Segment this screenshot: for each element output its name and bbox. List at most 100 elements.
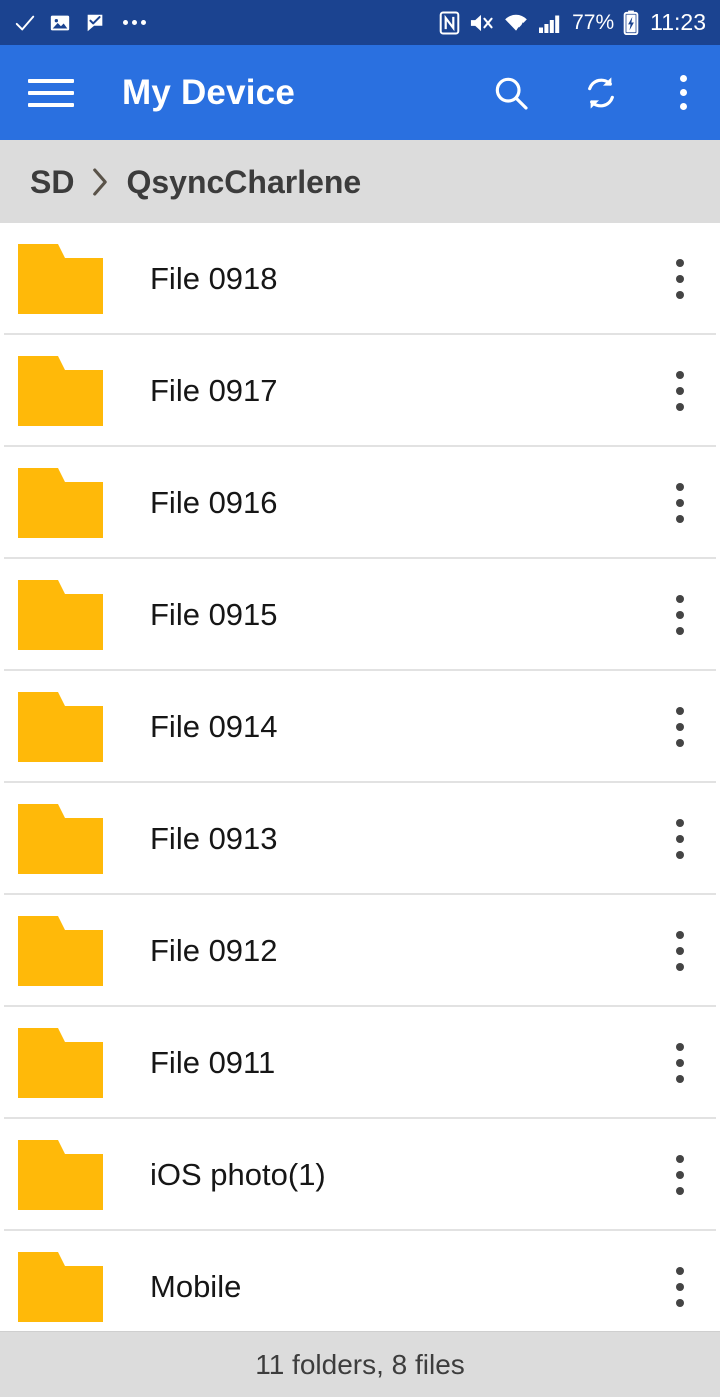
folder-icon — [18, 692, 103, 762]
file-name-label: File 0916 — [150, 485, 278, 520]
overflow-dot — [676, 1059, 684, 1067]
clock-label: 11:23 — [650, 9, 706, 35]
flag-check-icon — [84, 12, 106, 34]
row-overflow-menu-icon[interactable] — [662, 804, 698, 874]
breadcrumb-item-current[interactable]: QsyncCharlene — [126, 166, 361, 198]
row-overflow-menu-icon[interactable] — [662, 916, 698, 986]
overflow-dot — [676, 483, 684, 491]
file-list-row[interactable]: File 0918 — [0, 223, 720, 335]
row-overflow-menu-icon[interactable] — [662, 692, 698, 762]
more-dots-icon — [123, 20, 146, 25]
folder-icon — [18, 580, 103, 650]
overflow-dot — [676, 1283, 684, 1291]
row-overflow-menu-icon[interactable] — [662, 356, 698, 426]
mute-icon — [469, 11, 494, 35]
overflow-dot — [679, 89, 687, 96]
overflow-dot — [679, 103, 687, 110]
folder-icon — [18, 244, 103, 314]
breadcrumb: SD QsyncCharlene — [0, 140, 720, 223]
row-overflow-menu-icon[interactable] — [662, 1252, 698, 1322]
file-list-row[interactable]: Mobile — [0, 1231, 720, 1331]
overflow-dot — [676, 819, 684, 827]
row-overflow-menu-icon[interactable] — [662, 580, 698, 650]
status-bar-notification-icons — [14, 12, 146, 34]
overflow-dot — [676, 723, 684, 731]
check-icon — [14, 12, 36, 34]
file-name-label: File 0912 — [150, 933, 278, 968]
overflow-dot — [676, 707, 684, 715]
page-title: My Device — [122, 73, 296, 112]
nfc-icon — [439, 11, 460, 35]
file-list-row[interactable]: File 0916 — [0, 447, 720, 559]
file-list-row[interactable]: File 0915 — [0, 559, 720, 671]
file-list[interactable]: File 0918 File 0917 File 0916 File 0915 File… — [0, 223, 720, 1331]
folder-icon — [18, 1028, 103, 1098]
overflow-dot — [676, 371, 684, 379]
overflow-dot — [676, 835, 684, 843]
overflow-dot — [676, 739, 684, 747]
overflow-dot — [676, 931, 684, 939]
hamburger-bar — [28, 78, 74, 83]
status-bar-system-icons: 77% 11:23 — [439, 10, 706, 35]
chevron-right-icon — [90, 167, 110, 197]
overflow-dot — [676, 499, 684, 507]
breadcrumb-item-root[interactable]: SD — [30, 166, 74, 198]
folder-icon — [18, 468, 103, 538]
row-overflow-menu-icon[interactable] — [662, 244, 698, 314]
signal-icon — [538, 11, 563, 35]
hamburger-bar — [28, 90, 74, 95]
file-name-label: File 0914 — [150, 709, 278, 744]
overflow-dot — [676, 1075, 684, 1083]
folder-icon — [18, 916, 103, 986]
overflow-menu-icon[interactable] — [668, 70, 698, 116]
hamburger-menu-icon[interactable] — [28, 70, 74, 116]
folder-icon — [18, 804, 103, 874]
overflow-dot — [676, 1299, 684, 1307]
file-list-row[interactable]: iOS photo(1) — [0, 1119, 720, 1231]
bottom-status-bar: 11 folders, 8 files — [0, 1331, 720, 1397]
row-overflow-menu-icon[interactable] — [662, 1140, 698, 1210]
overflow-dot — [676, 611, 684, 619]
file-name-label: Mobile — [150, 1269, 242, 1304]
overflow-dot — [676, 387, 684, 395]
overflow-dot — [676, 963, 684, 971]
overflow-dot — [676, 947, 684, 955]
file-name-label: File 0915 — [150, 597, 278, 632]
app-bar-actions — [488, 70, 698, 116]
file-name-label: File 0913 — [150, 821, 278, 856]
folder-icon — [18, 1252, 103, 1322]
file-list-row[interactable]: File 0912 — [0, 895, 720, 1007]
file-name-label: File 0911 — [150, 1045, 276, 1080]
file-name-label: iOS photo(1) — [150, 1157, 326, 1192]
system-status-bar: 77% 11:23 — [0, 0, 720, 45]
row-overflow-menu-icon[interactable] — [662, 1028, 698, 1098]
photo-icon — [49, 12, 71, 34]
overflow-dot — [676, 1043, 684, 1051]
overflow-dot — [676, 1171, 684, 1179]
file-list-row[interactable]: File 0914 — [0, 671, 720, 783]
search-icon[interactable] — [488, 70, 534, 116]
file-name-label: File 0918 — [150, 261, 278, 296]
overflow-dot — [676, 851, 684, 859]
overflow-dot — [679, 75, 687, 82]
overflow-dot — [676, 1155, 684, 1163]
overflow-dot — [676, 1267, 684, 1275]
refresh-icon[interactable] — [578, 70, 624, 116]
overflow-dot — [676, 291, 684, 299]
file-list-row[interactable]: File 0917 — [0, 335, 720, 447]
battery-percent-label: 77% — [572, 11, 615, 34]
file-list-row[interactable]: File 0913 — [0, 783, 720, 895]
file-list-row[interactable]: File 0911 — [0, 1007, 720, 1119]
wifi-icon — [503, 11, 529, 35]
overflow-dot — [676, 595, 684, 603]
overflow-dot — [676, 403, 684, 411]
battery-charging-icon — [623, 10, 639, 35]
hamburger-bar — [28, 102, 74, 107]
overflow-dot — [676, 259, 684, 267]
overflow-dot — [676, 1187, 684, 1195]
overflow-dot — [676, 515, 684, 523]
overflow-dot — [676, 627, 684, 635]
row-overflow-menu-icon[interactable] — [662, 468, 698, 538]
file-name-label: File 0917 — [150, 373, 278, 408]
folder-icon — [18, 1140, 103, 1210]
